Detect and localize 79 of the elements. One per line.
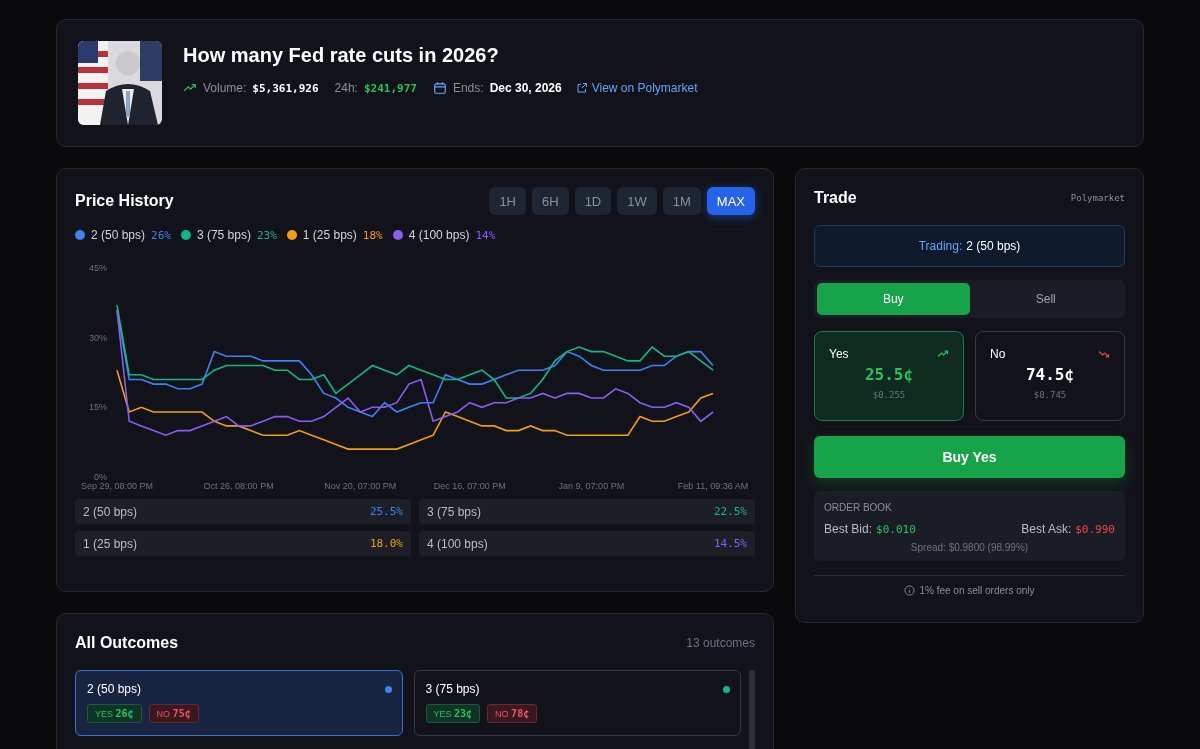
polymarket-link[interactable]: View on Polymarket <box>575 81 698 95</box>
trading-label: Trading: <box>918 239 963 253</box>
trending-down-icon <box>1098 348 1110 360</box>
option-price: 74.5¢ <box>1024 365 1076 384</box>
timeframe-button[interactable]: 1W <box>617 187 657 215</box>
best-ask-label: Best Ask: <box>1021 522 1072 536</box>
legend-value: 23% <box>256 228 277 242</box>
trading-outcome: 2 (50 bps) <box>966 239 1021 253</box>
outcome-option[interactable]: No 74.5¢ $0.745 <box>975 331 1125 421</box>
buy-button[interactable]: Buy Yes <box>814 436 1125 478</box>
best-bid-label: Best Bid: <box>824 522 873 536</box>
best-ask-value: $0.990 <box>1075 522 1115 536</box>
info-icon <box>904 585 916 596</box>
x-axis-label: Jan 9, 07:00 PM <box>558 481 625 491</box>
timeframe-button[interactable]: 6H <box>532 187 569 215</box>
outcome-name: 2 (50 bps) <box>87 682 142 696</box>
calendar-icon <box>432 81 447 95</box>
day-volume-label: 24h: <box>334 81 358 95</box>
timeframe-button[interactable]: 1M <box>662 187 701 215</box>
best-bid-value: $0.010 <box>876 522 916 536</box>
outcome-name: 4 (100 bps) <box>427 536 488 551</box>
outcome-count: 13 outcomes <box>686 636 755 650</box>
legend-value: 18% <box>362 228 383 242</box>
y-axis-label: 30% <box>89 332 107 343</box>
legend-label: 3 (75 bps) <box>196 228 251 242</box>
outcome-name: 1 (25 bps) <box>83 536 138 551</box>
outcome-option[interactable]: Yes 25.5¢ $0.255 <box>814 331 964 421</box>
option-dollar-price: $0.255 <box>871 390 907 400</box>
x-axis-label: Nov 20, 07:00 PM <box>324 481 397 491</box>
outcome-percent: 18.0% <box>369 537 403 550</box>
x-axis-label: Oct 26, 08:00 PM <box>203 481 274 491</box>
outcome-name: 3 (75 bps) <box>425 682 480 696</box>
timeframe-button[interactable]: MAX <box>706 187 755 215</box>
outcome-percent: 14.5% <box>713 537 747 550</box>
outcome-name: 3 (75 bps) <box>427 504 482 519</box>
timeframe-button[interactable]: 1H <box>489 187 526 215</box>
legend-value: 26% <box>151 228 171 242</box>
x-axis-label: Feb 11, 09:36 AM <box>677 481 749 491</box>
section-title: All Outcomes <box>75 634 179 652</box>
x-axis-label: Sep 29, 08:00 PM <box>80 481 154 491</box>
legend-value: 14% <box>475 228 496 242</box>
x-axis-label: Dec 16, 07:00 PM <box>433 481 506 491</box>
yes-price-tag: YES 26¢ <box>87 704 142 723</box>
outcome-card[interactable]: 3 (75 bps) YES 23¢ NO 78¢ <box>413 670 741 736</box>
legend-label: 1 (25 bps) <box>302 228 357 242</box>
order-book-title: ORDER BOOK <box>824 502 893 513</box>
volume-label: Volume: <box>203 81 247 95</box>
no-price-tag: NO 78¢ <box>487 704 538 723</box>
section-title: Price History <box>75 192 174 210</box>
spread-text: Spread: $0.9800 (98.99%) <box>909 542 1030 553</box>
ends-label: Ends: <box>452 81 484 95</box>
outcome-card[interactable]: 2 (50 bps) YES 26¢ NO 75¢ <box>75 670 403 736</box>
outcome-percent: 22.5% <box>713 505 747 518</box>
source-label: Polymarket <box>1070 193 1125 203</box>
option-price: 25.5¢ <box>863 365 915 384</box>
side-tab[interactable]: Sell <box>969 283 1122 315</box>
y-axis-label: 0% <box>94 472 107 482</box>
option-dollar-price: $0.745 <box>1032 390 1068 400</box>
timeframe-button[interactable]: 1D <box>574 187 612 215</box>
legend-label: 4 (100 bps) <box>408 228 470 242</box>
external-link-icon <box>575 82 588 94</box>
day-volume-value: $241,977 <box>363 81 417 95</box>
scrollbar[interactable] <box>749 670 755 749</box>
volume-value: $5,361,926 <box>252 81 319 95</box>
end-date: Dec 30, 2026 <box>489 81 562 95</box>
side-tab[interactable]: Buy <box>817 283 970 315</box>
legend-label: 2 (50 bps) <box>91 228 146 242</box>
outcome-percent: 25.5% <box>369 505 403 518</box>
yes-price-tag: YES 23¢ <box>425 704 481 723</box>
fee-note: 1% fee on sell orders only <box>919 585 1035 596</box>
y-axis-label: 15% <box>89 402 107 413</box>
no-price-tag: NO 75¢ <box>148 704 199 723</box>
trending-up-icon <box>937 348 949 360</box>
section-title: Trade <box>814 189 857 207</box>
outcome-name: 2 (50 bps) <box>83 504 138 519</box>
market-title: How many Fed rate cuts in 2026? <box>183 44 500 67</box>
y-axis-label: 45% <box>89 263 107 273</box>
option-label: No <box>990 347 1006 361</box>
option-label: Yes <box>829 347 849 361</box>
